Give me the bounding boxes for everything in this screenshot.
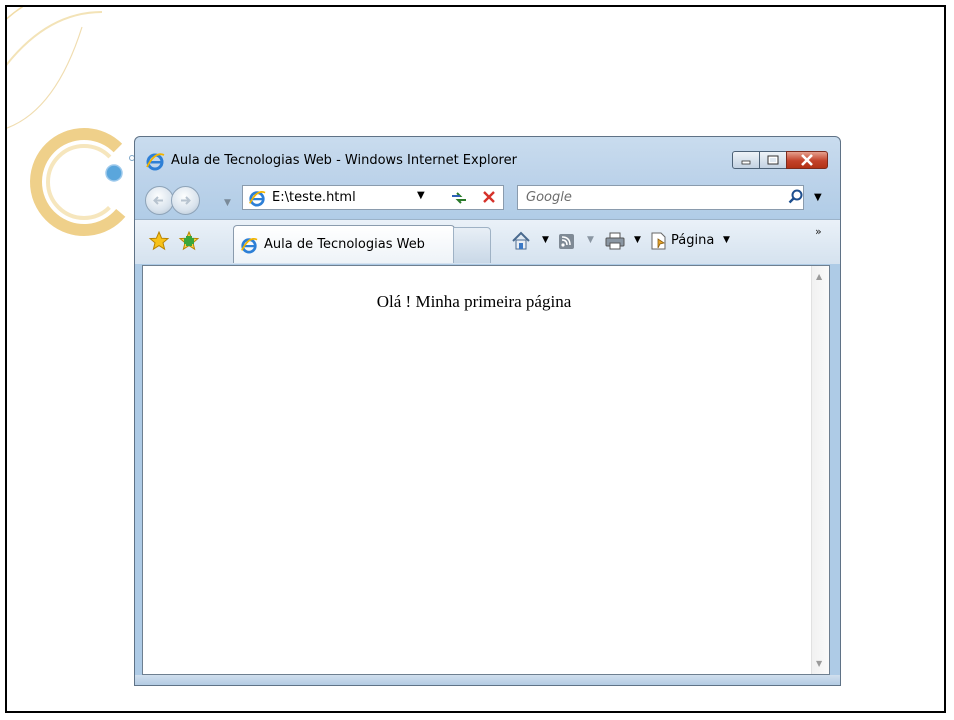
back-button[interactable] (145, 186, 174, 215)
tab-aula-de-tecnologias-web[interactable]: Aula de Tecnologias Web (233, 225, 455, 263)
feeds-dropdown[interactable]: ▼ (587, 235, 594, 245)
forward-arrow-icon (181, 196, 191, 205)
new-tab-button[interactable] (453, 227, 491, 263)
refresh-icon (452, 192, 466, 204)
search-box[interactable]: Google (517, 185, 804, 210)
slide-frame: Aula de Tecnologias Web - Windows Intern… (5, 5, 946, 713)
maximize-icon (767, 155, 779, 165)
ie-logo-icon (241, 238, 258, 254)
scroll-down-arrow-icon[interactable]: ▼ (816, 659, 822, 668)
search-options-dropdown[interactable]: ▼ (814, 192, 822, 203)
recent-pages-dropdown[interactable]: ▼ (224, 198, 231, 208)
chevron-down-icon: ▼ (417, 190, 425, 201)
minimize-button[interactable] (732, 151, 760, 169)
maximize-button[interactable] (759, 151, 787, 169)
close-button[interactable] (786, 151, 828, 169)
print-dropdown[interactable]: ▼ (634, 235, 641, 245)
stop-button[interactable] (476, 185, 504, 210)
print-icon[interactable] (604, 230, 626, 252)
page-icon[interactable] (649, 230, 669, 252)
page-content: Olá ! Minha primeira página ▲ ▼ (142, 265, 830, 675)
status-bar (135, 675, 840, 685)
page-menu-label[interactable]: Página (671, 233, 714, 248)
minimize-icon (741, 160, 751, 165)
address-input[interactable]: E:\teste.html (272, 190, 356, 205)
rss-feed-icon[interactable] (557, 230, 577, 252)
address-dropdown-button[interactable]: ▼ (413, 186, 433, 209)
page-heading-text: Olá ! Minha primeira página (376, 292, 572, 311)
back-arrow-icon (153, 196, 163, 205)
refresh-button[interactable] (444, 185, 475, 210)
forward-button[interactable] (171, 186, 200, 215)
vertical-scrollbar[interactable]: ▲ ▼ (811, 266, 829, 674)
add-favorite-icon[interactable] (178, 230, 200, 252)
home-icon[interactable] (510, 230, 532, 252)
search-input[interactable]: Google (526, 190, 572, 205)
navigation-bar: ▼ E:\teste.html ▼ Google ▼ (135, 179, 840, 219)
stop-icon (483, 191, 495, 203)
close-icon (801, 154, 813, 166)
tab-label: Aula de Tecnologias Web (264, 237, 425, 252)
home-dropdown[interactable]: ▼ (542, 235, 549, 245)
ie-logo-icon (249, 191, 266, 207)
window-controls (732, 151, 828, 169)
command-bar: Aula de Tecnologias Web ▼ ▼ ▼ Página ▼ » (135, 219, 840, 264)
favorites-star-icon[interactable] (148, 230, 170, 252)
toolbar-overflow-button[interactable]: » (815, 225, 822, 238)
ie-logo-icon (146, 153, 165, 171)
page-menu-dropdown[interactable]: ▼ (723, 235, 730, 245)
title-bar: Aula de Tecnologias Web - Windows Intern… (135, 137, 840, 179)
window-title: Aula de Tecnologias Web - Windows Intern… (171, 153, 517, 168)
scroll-up-arrow-icon[interactable]: ▲ (816, 272, 822, 281)
search-icon[interactable] (788, 189, 804, 205)
browser-window: Aula de Tecnologias Web - Windows Intern… (134, 136, 841, 686)
